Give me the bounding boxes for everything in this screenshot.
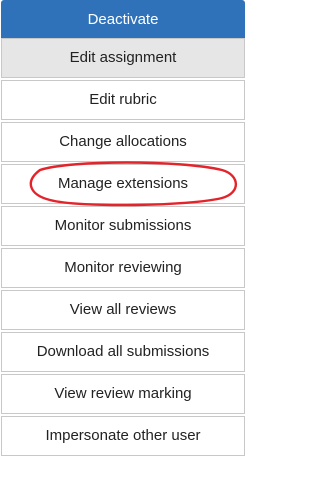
view-all-reviews-button[interactable]: View all reviews [1,290,245,330]
assignment-actions-menu: Deactivate Edit assignment Edit rubric C… [0,0,249,496]
edit-rubric-button[interactable]: Edit rubric [1,80,245,120]
edit-assignment-button[interactable]: Edit assignment [1,38,245,78]
change-allocations-button[interactable]: Change allocations [1,122,245,162]
download-all-submissions-button[interactable]: Download all submissions [1,332,245,372]
manage-extensions-button[interactable]: Manage extensions [1,164,245,204]
view-review-marking-button[interactable]: View review marking [1,374,245,414]
impersonate-other-user-button[interactable]: Impersonate other user [1,416,245,456]
monitor-submissions-button[interactable]: Monitor submissions [1,206,245,246]
monitor-reviewing-button[interactable]: Monitor reviewing [1,248,245,288]
deactivate-button[interactable]: Deactivate [1,0,245,40]
